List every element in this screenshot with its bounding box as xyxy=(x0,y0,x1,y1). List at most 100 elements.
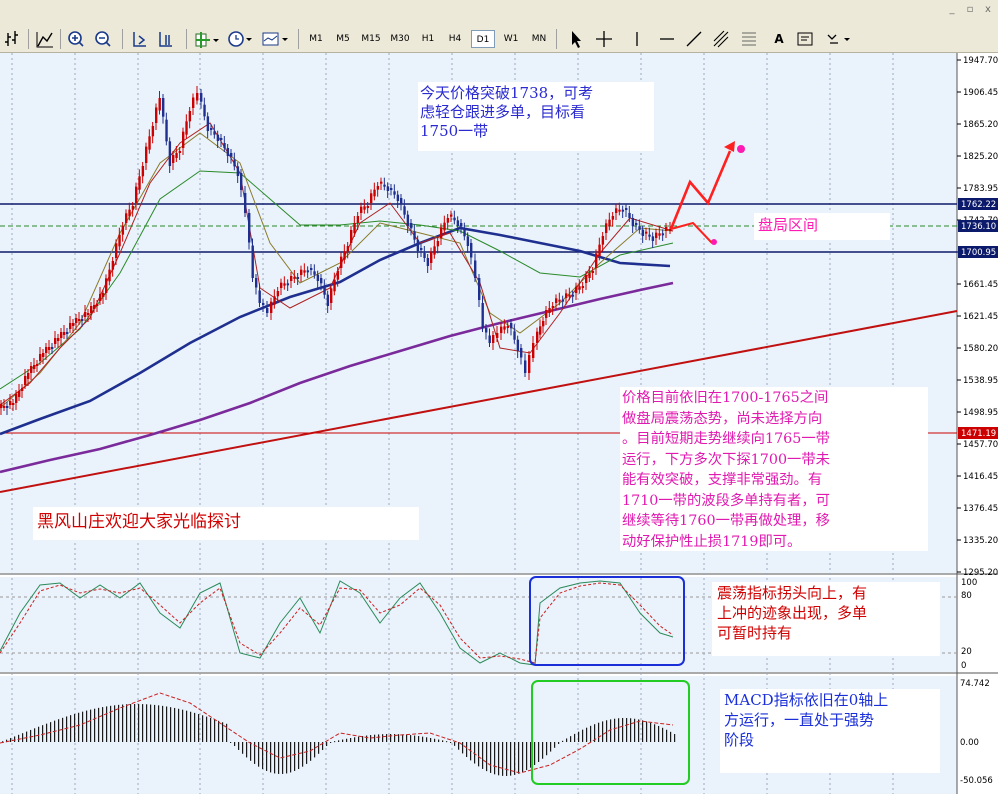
templates-icon[interactable] xyxy=(262,32,288,46)
macd-bar xyxy=(598,722,600,742)
macd-bar xyxy=(278,742,280,774)
macd-bar xyxy=(650,722,652,742)
zoom-out-icon[interactable] xyxy=(95,31,111,47)
timeframe-d1[interactable]: D1 xyxy=(471,30,495,48)
candle-body xyxy=(12,403,15,405)
macd-bar xyxy=(326,742,328,747)
candle-body xyxy=(270,301,273,313)
timeframe-h1[interactable]: H1 xyxy=(416,30,440,48)
candle-body xyxy=(403,206,406,215)
auto-scroll-icon[interactable] xyxy=(133,32,146,47)
minimize-button[interactable]: _ xyxy=(945,4,959,16)
candle-body xyxy=(466,236,470,246)
timeframe-m1[interactable]: M1 xyxy=(304,30,328,48)
chart-window[interactable]: 1947.701906.451865.201825.201783.951742.… xyxy=(0,53,998,794)
macd-bar xyxy=(590,725,592,742)
price-tick-label: 1621.45 xyxy=(963,312,998,322)
candle-body xyxy=(353,223,356,233)
macd-bar xyxy=(262,742,264,770)
macd-bar xyxy=(550,742,552,752)
price-tick-label: 1376.45 xyxy=(963,504,998,514)
macd-bar xyxy=(498,742,500,776)
macd-bar xyxy=(618,718,620,742)
toolbar: _ ▫ x M1 M5 M15 M30 H1 H4 D1 W1 MN A xyxy=(0,0,998,53)
candle-body xyxy=(641,229,645,236)
candle-body xyxy=(605,223,608,233)
macd-bar xyxy=(218,720,220,742)
macd-bar xyxy=(174,707,176,742)
macd-bar xyxy=(414,735,416,742)
macd-bar xyxy=(70,715,72,742)
timeframe-mn[interactable]: MN xyxy=(526,30,552,48)
periods-clock-icon[interactable] xyxy=(228,31,252,47)
macd-bar xyxy=(446,741,448,743)
label-icon[interactable] xyxy=(797,32,813,46)
candle-body xyxy=(492,335,495,343)
welcome-note: 黑风山庄欢迎大家光临探讨 xyxy=(33,507,419,540)
macd-bar xyxy=(474,742,476,764)
indicators-icon[interactable] xyxy=(195,32,219,48)
macd-bar xyxy=(250,742,252,761)
macd-bar xyxy=(462,742,464,754)
macd-bar xyxy=(518,742,520,774)
candle-body xyxy=(665,227,668,231)
chart-shift-icon[interactable] xyxy=(159,32,172,47)
macd-bar xyxy=(178,708,180,742)
cursor-icon[interactable] xyxy=(572,31,581,48)
macd-bar xyxy=(614,718,616,742)
restore-button[interactable]: ▫ xyxy=(963,4,977,16)
zoom-in-icon[interactable] xyxy=(68,31,84,47)
timeframe-w1[interactable]: W1 xyxy=(499,30,523,48)
candle-body xyxy=(280,282,283,288)
timeframe-h4[interactable]: H4 xyxy=(443,30,467,48)
macd-bar xyxy=(170,707,172,742)
timeframe-m5[interactable]: M5 xyxy=(331,30,355,48)
price-tag-label: 1762.22 xyxy=(961,200,996,210)
candle-body xyxy=(105,278,108,293)
candle-body xyxy=(3,406,6,408)
macd-bar xyxy=(182,709,184,742)
bar-chart-icon[interactable] xyxy=(5,31,18,46)
candle-body xyxy=(561,299,565,302)
macd-bar xyxy=(442,740,444,742)
candle-body xyxy=(248,213,251,243)
macd-bar xyxy=(526,742,528,771)
candle-body xyxy=(84,312,87,317)
candle-body xyxy=(36,364,39,366)
macd-bar xyxy=(582,729,584,742)
arrows-icon[interactable] xyxy=(827,34,850,44)
macd-bar xyxy=(274,742,276,774)
candle-body xyxy=(510,323,513,329)
text-tool-button[interactable]: A xyxy=(770,30,788,48)
crosshair-icon[interactable] xyxy=(596,31,612,47)
timeframe-m15[interactable]: M15 xyxy=(358,30,384,48)
close-button[interactable]: x xyxy=(981,4,995,16)
candle-body xyxy=(108,269,111,282)
macd-bar xyxy=(258,742,260,767)
candle-body xyxy=(520,348,523,358)
candle-body xyxy=(128,209,131,217)
line-chart-icon[interactable] xyxy=(36,32,53,48)
macd-bar xyxy=(202,715,204,742)
analysis-note: 价格目前依旧在1700-1765之间 做盘局震荡态势，尚未选择方向 。目前短期走… xyxy=(620,387,928,551)
timeframe-m30[interactable]: M30 xyxy=(387,30,413,48)
macd-bar xyxy=(586,727,588,742)
macd-bar xyxy=(266,742,268,771)
channel-icon[interactable] xyxy=(713,30,729,48)
candle-body xyxy=(72,323,75,326)
macd-bar xyxy=(606,720,608,742)
candle-body xyxy=(386,186,390,191)
candle-body xyxy=(628,213,631,218)
fibonacci-icon[interactable] xyxy=(742,32,756,46)
candle-body xyxy=(262,303,265,305)
range-label: 盘局区间 xyxy=(754,213,890,240)
macd-bar xyxy=(194,712,196,742)
candle-body xyxy=(336,271,340,280)
candle-body xyxy=(373,189,376,197)
candle-body xyxy=(313,271,316,275)
trendline-icon[interactable] xyxy=(686,31,702,47)
macd-bar xyxy=(318,742,320,754)
price-tick-label: 1498.95 xyxy=(963,408,998,418)
macd-bar xyxy=(566,738,568,742)
macd-bar xyxy=(478,742,480,767)
